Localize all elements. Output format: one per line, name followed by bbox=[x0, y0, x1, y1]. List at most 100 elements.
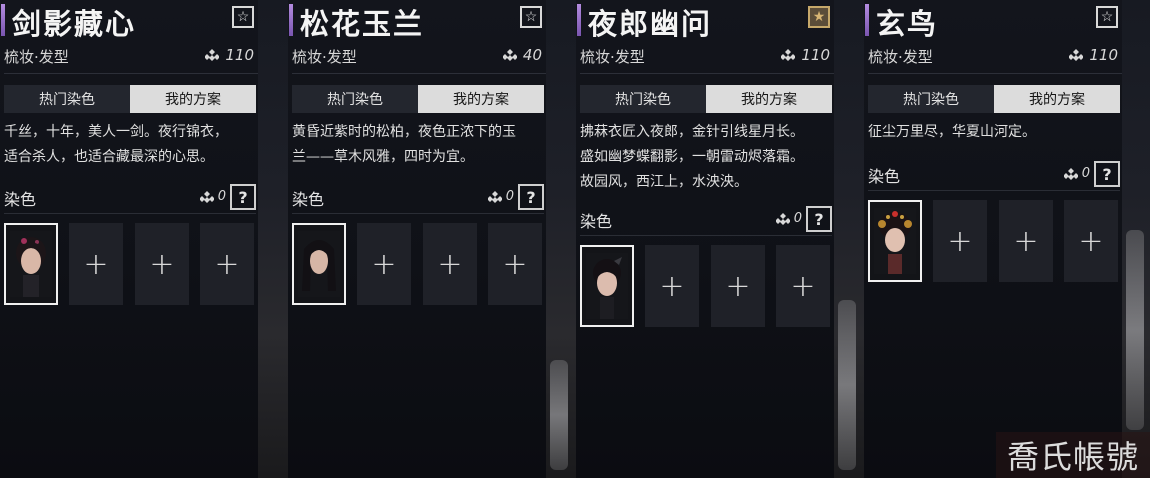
add-dye-slot[interactable]: + bbox=[69, 223, 123, 305]
character-portrait bbox=[10, 231, 52, 297]
plus-icon: + bbox=[437, 246, 463, 282]
character-portrait bbox=[298, 231, 340, 297]
plus-icon: + bbox=[659, 268, 685, 304]
title-accent-bar bbox=[577, 4, 581, 36]
dye-count-value: 0 bbox=[793, 211, 802, 226]
dye-label: 染色 bbox=[4, 190, 37, 209]
dye-count-value: 0 bbox=[1081, 166, 1090, 181]
currency-icon bbox=[1069, 49, 1084, 61]
help-button[interactable]: ? bbox=[1094, 161, 1120, 187]
currency-icon bbox=[775, 212, 790, 225]
plus-icon: + bbox=[371, 246, 397, 282]
tab-hot-dyes[interactable]: 热门染色 bbox=[580, 85, 706, 113]
tab-hot-dyes[interactable]: 热门染色 bbox=[868, 85, 994, 113]
currency-icon bbox=[199, 190, 214, 203]
divider bbox=[580, 73, 834, 74]
price: 110 bbox=[205, 46, 254, 64]
category-label: 梳妆·发型 bbox=[292, 48, 357, 66]
tab-my-schemes[interactable]: 我的方案 bbox=[706, 85, 832, 113]
category-label: 梳妆·发型 bbox=[580, 48, 645, 66]
add-dye-slot[interactable]: + bbox=[999, 200, 1053, 282]
price: 110 bbox=[1069, 46, 1118, 64]
card-header: 剑影藏心 ☆ bbox=[0, 0, 258, 44]
tab-bar: 热门染色 我的方案 bbox=[580, 85, 832, 113]
plus-icon: + bbox=[1013, 223, 1039, 259]
dye-header: 染色 0 ? bbox=[868, 161, 1120, 187]
dye-slot-selected[interactable] bbox=[580, 245, 634, 327]
currency-icon bbox=[502, 49, 517, 61]
title-accent-bar bbox=[289, 4, 293, 36]
tab-bar: 热门染色 我的方案 bbox=[4, 85, 256, 113]
description: 黄昏近紫时的松柏，夜色正浓下的玉 兰——草木风雅，四时为宜。 bbox=[292, 120, 544, 170]
add-dye-slot[interactable]: + bbox=[776, 245, 830, 327]
currency-icon bbox=[487, 190, 502, 203]
star-outline-icon[interactable]: ☆ bbox=[232, 6, 254, 28]
description: 拂菻衣匠入夜郎，金针引线星月长。 盛如幽梦蝶翻影，一朝雷动烬落霜。 故园风，西江… bbox=[580, 120, 832, 195]
dye-count: 0 bbox=[775, 211, 802, 226]
outfit-card: 玄鸟 ☆ 梳妆·发型 110 热门染色 我的方案 征尘万里尽，华夏山河定。 染色… bbox=[864, 0, 1122, 478]
add-dye-slot[interactable]: + bbox=[711, 245, 765, 327]
divider bbox=[868, 73, 1122, 74]
dye-count: 0 bbox=[199, 189, 226, 204]
add-dye-slot[interactable]: + bbox=[1064, 200, 1118, 282]
card-title: 玄鸟 bbox=[876, 7, 939, 41]
category-label: 梳妆·发型 bbox=[4, 48, 69, 66]
tab-hot-dyes[interactable]: 热门染色 bbox=[292, 85, 418, 113]
card-header: 玄鸟 ☆ bbox=[864, 0, 1122, 44]
divider bbox=[4, 213, 256, 214]
currency-icon bbox=[781, 49, 796, 61]
plus-icon: + bbox=[83, 246, 109, 282]
tab-hot-dyes[interactable]: 热门染色 bbox=[4, 85, 130, 113]
add-dye-slot[interactable]: + bbox=[357, 223, 411, 305]
plus-icon: + bbox=[502, 246, 528, 282]
background-art-strip bbox=[1122, 0, 1150, 478]
dye-count: 0 bbox=[1063, 166, 1090, 181]
currency-icon bbox=[1063, 167, 1078, 180]
tab-my-schemes[interactable]: 我的方案 bbox=[994, 85, 1120, 113]
card-title: 夜郎幽问 bbox=[588, 7, 713, 41]
divider bbox=[292, 213, 544, 214]
star-outline-icon[interactable]: ☆ bbox=[1096, 6, 1118, 28]
background-art-strip bbox=[258, 0, 288, 478]
add-dye-slot[interactable]: + bbox=[933, 200, 987, 282]
price-value: 40 bbox=[522, 46, 542, 64]
description-line: 适合杀人，也适合藏最深的心思。 bbox=[4, 149, 214, 165]
character-portrait bbox=[874, 208, 916, 274]
category-label: 梳妆·发型 bbox=[868, 48, 933, 66]
card-title: 剑影藏心 bbox=[12, 7, 137, 41]
add-dye-slot[interactable]: + bbox=[200, 223, 254, 305]
card-header: 夜郎幽问 ★ bbox=[576, 0, 834, 44]
dye-slots: + + + bbox=[4, 223, 260, 305]
add-dye-slot[interactable]: + bbox=[645, 245, 699, 327]
description-line: 黄昏近紫时的松柏，夜色正浓下的玉 bbox=[292, 124, 516, 140]
title-accent-bar bbox=[1, 4, 5, 36]
star-filled-icon[interactable]: ★ bbox=[808, 6, 830, 28]
divider bbox=[868, 190, 1120, 191]
outfit-card: 松花玉兰 ☆ 梳妆·发型 40 热门染色 我的方案 黄昏近紫时的松柏，夜色正浓下… bbox=[288, 0, 546, 478]
dye-slot-selected[interactable] bbox=[292, 223, 346, 305]
tab-my-schemes[interactable]: 我的方案 bbox=[130, 85, 256, 113]
help-button[interactable]: ? bbox=[230, 184, 256, 210]
divider bbox=[4, 73, 258, 74]
tab-my-schemes[interactable]: 我的方案 bbox=[418, 85, 544, 113]
dye-slots: + + + bbox=[292, 223, 548, 305]
price: 40 bbox=[502, 46, 542, 64]
tab-bar: 热门染色 我的方案 bbox=[868, 85, 1120, 113]
tab-bar: 热门染色 我的方案 bbox=[292, 85, 544, 113]
description: 征尘万里尽，华夏山河定。 bbox=[868, 120, 1120, 145]
dye-label: 染色 bbox=[580, 212, 613, 231]
dye-count-value: 0 bbox=[505, 189, 514, 204]
divider bbox=[580, 235, 832, 236]
star-outline-icon[interactable]: ☆ bbox=[520, 6, 542, 28]
help-button[interactable]: ? bbox=[806, 206, 832, 232]
plus-icon: + bbox=[947, 223, 973, 259]
help-button[interactable]: ? bbox=[518, 184, 544, 210]
dye-slot-selected[interactable] bbox=[4, 223, 58, 305]
dye-slots: + + + bbox=[868, 200, 1124, 282]
background-art-strip bbox=[546, 0, 576, 478]
add-dye-slot[interactable]: + bbox=[423, 223, 477, 305]
add-dye-slot[interactable]: + bbox=[488, 223, 542, 305]
dye-count-value: 0 bbox=[217, 189, 226, 204]
dye-slot-selected[interactable] bbox=[868, 200, 922, 282]
add-dye-slot[interactable]: + bbox=[135, 223, 189, 305]
